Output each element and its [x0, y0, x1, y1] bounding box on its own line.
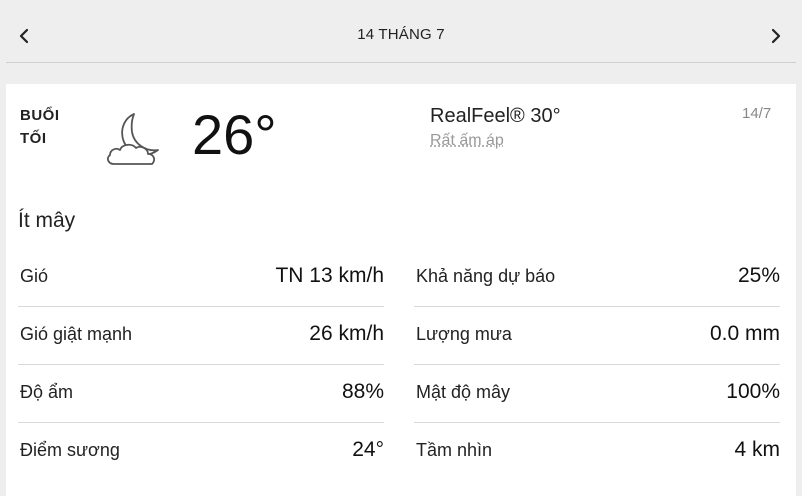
details-left-column: Gió TN 13 km/h Gió giật mạnh 26 km/h Độ … [18, 249, 384, 480]
short-date: 14/7 [742, 105, 772, 122]
day-period: BUỔI TỐI [20, 104, 60, 150]
detail-row-wind: Gió TN 13 km/h [18, 249, 384, 307]
detail-label: Gió [20, 266, 49, 286]
period-line-2: TỐI [20, 130, 47, 147]
detail-label: Lượng mưa [416, 324, 512, 344]
detail-value: TN 13 km/h [275, 264, 384, 287]
detail-value: 24° [352, 438, 384, 461]
details-right-column: Khả năng dự báo 25% Lượng mưa 0.0 mm Mật… [414, 249, 780, 480]
detail-value: 26 km/h [309, 322, 384, 345]
detail-label: Gió giật mạnh [20, 324, 133, 344]
chevron-right-icon [771, 28, 781, 44]
detail-row-visibility: Tầm nhìn 4 km [414, 423, 780, 480]
detail-row-wind-gusts: Gió giật mạnh 26 km/h [18, 307, 384, 365]
detail-value: 0.0 mm [709, 322, 780, 345]
partly-cloudy-night-icon [107, 113, 159, 165]
detail-label: Khả năng dự báo [416, 266, 556, 286]
realfeel-description[interactable]: Rất ấm áp [430, 132, 504, 150]
period-line-1: BUỔI [20, 107, 60, 124]
detail-row-cloud-cover: Mật độ mây 100% [414, 365, 780, 423]
detail-label: Độ ẩm [20, 382, 74, 402]
detail-row-precipitation: Lượng mưa 0.0 mm [414, 307, 780, 365]
current-temperature: 26° [192, 103, 277, 166]
detail-label: Tầm nhìn [416, 440, 493, 460]
header-divider [6, 62, 796, 63]
detail-value: 4 km [734, 438, 780, 461]
detail-row-precip-probability: Khả năng dự báo 25% [414, 249, 780, 307]
detail-row-humidity: Độ ẩm 88% [18, 365, 384, 423]
detail-value: 100% [726, 380, 780, 403]
weather-card: BUỔI TỐI 26° RealFeel® 30° Rất ấm áp 14/… [6, 84, 796, 496]
detail-label: Điểm sương [20, 440, 120, 460]
realfeel-temperature: RealFeel® 30° [430, 105, 561, 127]
detail-row-dew-point: Điểm sương 24° [18, 423, 384, 480]
detail-value: 88% [341, 380, 384, 403]
detail-value: 25% [737, 264, 780, 287]
detail-label: Mật độ mây [416, 382, 511, 402]
next-day-button[interactable] [764, 22, 788, 50]
date-title: 14 THÁNG 7 [357, 26, 445, 43]
weather-condition: Ít mây [18, 209, 76, 232]
date-navigation-bar: 14 THÁNG 7 [0, 0, 802, 66]
